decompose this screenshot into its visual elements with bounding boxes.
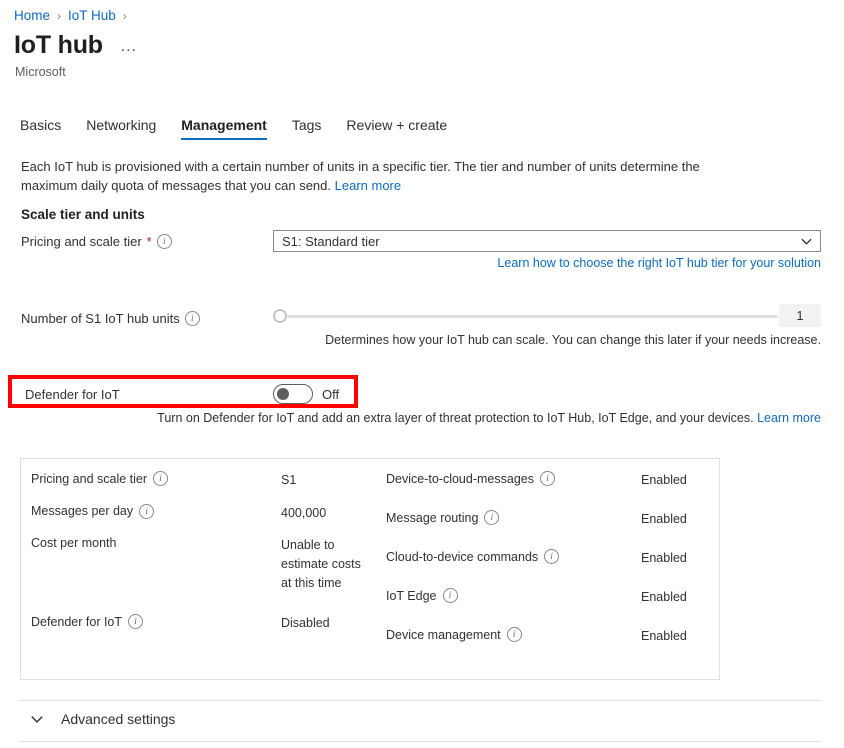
required-asterisk: *: [147, 234, 152, 249]
summary-item-name: Pricing and scale tier i: [31, 471, 281, 486]
summary-item-label: Message routing: [386, 511, 478, 525]
info-icon[interactable]: i: [185, 311, 200, 326]
table-row: Messages per day i 400,000: [21, 504, 376, 537]
defender-help-sentence: Turn on Defender for IoT and add an extr…: [157, 411, 753, 425]
summary-item-value: Enabled: [641, 588, 687, 607]
summary-item-value: S1: [281, 471, 366, 490]
tab-basics[interactable]: Basics: [20, 117, 61, 140]
tab-tags[interactable]: Tags: [292, 117, 322, 140]
defender-label: Defender for IoT: [25, 387, 120, 402]
units-value-box[interactable]: 1: [779, 304, 821, 327]
defender-toggle-row: Off: [273, 384, 339, 404]
info-icon[interactable]: i: [128, 614, 143, 629]
advanced-settings-label: Advanced settings: [61, 711, 175, 727]
summary-item-name: Cloud-to-device commands i: [386, 549, 641, 564]
intro-description: Each IoT hub is provisioned with a certa…: [21, 157, 711, 195]
summary-item-value: Enabled: [641, 627, 687, 646]
page-title: IoT hub: [14, 32, 103, 60]
more-options-icon[interactable]: …: [117, 39, 141, 53]
summary-item-value: Enabled: [641, 510, 687, 529]
table-row: Defender for IoT i Disabled: [21, 575, 376, 679]
chevron-down-icon: [30, 712, 44, 726]
advanced-settings-expander[interactable]: Advanced settings: [30, 711, 175, 727]
summary-item-value: Enabled: [641, 471, 687, 490]
pricing-tier-label: Pricing and scale tier * i: [21, 234, 172, 249]
intro-learn-more-link[interactable]: Learn more: [335, 178, 401, 193]
defender-toggle[interactable]: [273, 384, 313, 404]
info-icon[interactable]: i: [153, 471, 168, 486]
summary-item-label: Cloud-to-device commands: [386, 550, 538, 564]
info-icon[interactable]: i: [139, 504, 154, 519]
units-slider-row: 1: [273, 303, 821, 329]
summary-item-label: Cost per month: [31, 536, 116, 550]
section-heading-scale: Scale tier and units: [21, 207, 145, 222]
table-row: Cloud-to-device commands i Enabled: [376, 549, 719, 588]
summary-item-name: Device-to-cloud-messages i: [386, 471, 641, 486]
table-row: IoT Edge i Enabled: [376, 588, 719, 627]
toggle-knob: [277, 388, 289, 400]
summary-item-label: Messages per day: [31, 504, 133, 518]
breadcrumb-item-iot-hub[interactable]: IoT Hub: [68, 8, 116, 23]
tab-networking[interactable]: Networking: [86, 117, 156, 140]
chevron-down-icon: [801, 236, 812, 247]
summary-item-name: Cost per month: [31, 536, 281, 550]
summary-item-label: Pricing and scale tier: [31, 472, 147, 486]
table-row: Device-to-cloud-messages i Enabled: [376, 471, 719, 510]
info-icon[interactable]: i: [157, 234, 172, 249]
defender-toggle-state: Off: [322, 387, 339, 402]
breadcrumb-separator-icon: ›: [123, 10, 127, 22]
info-icon[interactable]: i: [484, 510, 499, 525]
tier-help-link[interactable]: Learn how to choose the right IoT hub ti…: [273, 256, 821, 270]
divider: [20, 741, 820, 742]
summary-item-name: Message routing i: [386, 510, 641, 525]
wizard-tabs: Basics Networking Management Tags Review…: [20, 117, 447, 140]
summary-item-name: IoT Edge i: [386, 588, 641, 603]
table-row: Message routing i Enabled: [376, 510, 719, 549]
summary-item-label: Device-to-cloud-messages: [386, 472, 534, 486]
units-help-text: Determines how your IoT hub can scale. Y…: [273, 333, 821, 347]
units-slider[interactable]: [273, 303, 778, 329]
slider-thumb[interactable]: [273, 309, 287, 323]
summary-right-column: Device-to-cloud-messages i Enabled Messa…: [376, 471, 719, 679]
page-header: IoT hub …: [14, 32, 141, 60]
summary-left-column: Pricing and scale tier i S1 Messages per…: [21, 471, 376, 679]
summary-item-value: Disabled: [281, 614, 366, 633]
defender-label-text: Defender for IoT: [25, 387, 120, 402]
pricing-tier-value: S1: Standard tier: [282, 234, 801, 249]
tab-review-create[interactable]: Review + create: [346, 117, 447, 140]
breadcrumb-item-home[interactable]: Home: [14, 8, 50, 23]
slider-track: [282, 315, 778, 318]
table-row: Pricing and scale tier i S1: [21, 471, 376, 504]
summary-item-name: Device management i: [386, 627, 641, 642]
summary-item-value: Enabled: [641, 549, 687, 568]
pricing-tier-select[interactable]: S1: Standard tier: [273, 230, 821, 252]
info-icon[interactable]: i: [544, 549, 559, 564]
units-label-text: Number of S1 IoT hub units: [21, 311, 180, 326]
units-label: Number of S1 IoT hub units i: [21, 311, 200, 326]
divider: [20, 700, 820, 701]
info-icon[interactable]: i: [443, 588, 458, 603]
defender-learn-more-link[interactable]: Learn more: [757, 411, 821, 425]
info-icon[interactable]: i: [507, 627, 522, 642]
summary-item-label: IoT Edge: [386, 589, 437, 603]
info-icon[interactable]: i: [540, 471, 555, 486]
breadcrumb-separator-icon: ›: [57, 10, 61, 22]
summary-item-name: Defender for IoT i: [31, 614, 281, 629]
summary-item-value: 400,000: [281, 504, 366, 523]
summary-panel: Pricing and scale tier i S1 Messages per…: [20, 458, 720, 680]
summary-item-label: Device management: [386, 628, 501, 642]
table-row: Device management i Enabled: [376, 627, 719, 666]
table-row: Cost per month Unable to estimate costs …: [21, 536, 376, 575]
defender-help-text: Turn on Defender for IoT and add an extr…: [130, 411, 821, 425]
page-subtitle: Microsoft: [15, 65, 66, 79]
tab-management[interactable]: Management: [181, 117, 267, 140]
breadcrumb: Home › IoT Hub ›: [14, 8, 127, 23]
summary-item-name: Messages per day i: [31, 504, 281, 519]
pricing-tier-label-text: Pricing and scale tier: [21, 234, 142, 249]
summary-item-label: Defender for IoT: [31, 615, 122, 629]
